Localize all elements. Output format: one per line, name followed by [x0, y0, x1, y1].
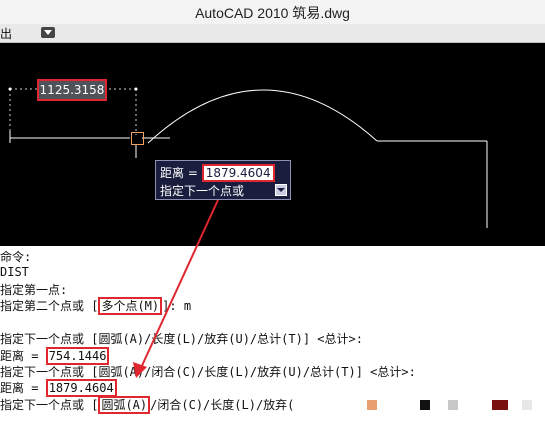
tooltip-distance-label: 距离 =	[160, 166, 202, 180]
history-line: 距离 = 1879.4604	[0, 379, 117, 397]
noise-block	[367, 400, 377, 410]
tooltip-distance-value: 1879.4604	[201, 164, 275, 182]
noise-block	[522, 400, 532, 410]
dimension-tick-left	[8, 87, 12, 91]
history-line: 命令:	[0, 250, 32, 264]
history-highlight-value: 1879.4604	[45, 379, 117, 397]
history-text: ]: m	[162, 299, 192, 313]
drawing-geometry	[8, 87, 488, 228]
drawing-canvas[interactable]: 1125.3158 距离 = 1879.4604 指定下一个点或	[0, 43, 545, 246]
tooltip-distance-row: 距离 = 1879.4604	[160, 164, 275, 182]
history-line: 指定下一个点或 [圆弧(A)/长度(L)/放弃(U)/总计(T)] <总计>:	[0, 332, 363, 346]
history-line: 距离 = 754.1446	[0, 347, 110, 365]
history-line: DIST	[0, 265, 29, 279]
window-title: AutoCAD 2010 筑易.dwg	[195, 5, 350, 21]
history-line: 指定第二个点或 [多个点(M)]: m	[0, 297, 192, 315]
history-text: 距离 =	[0, 381, 46, 395]
snap-marker	[131, 132, 144, 145]
noise-block	[492, 400, 508, 410]
arc-curve	[147, 89, 378, 144]
dimension-value-box: 1125.3158	[37, 79, 107, 101]
options-down-arrow-icon[interactable]	[275, 184, 287, 196]
history-text: 指定下一个点或 [	[0, 398, 99, 412]
menu-item-output[interactable]: 出	[0, 25, 12, 42]
noise-block	[420, 400, 430, 410]
dimension-tick-right	[134, 87, 138, 91]
history-text: 距离 =	[0, 349, 46, 363]
command-history[interactable]: 命令: DIST 指定第一点: 指定第二个点或 [多个点(M)]: m 指定下一…	[0, 246, 545, 432]
menu-bar: 出	[0, 24, 545, 43]
history-line: 指定下一个点或 [圆弧(A)/闭合(C)/长度(L)/放弃(U)/总计(T)] …	[0, 365, 416, 379]
history-line: 指定下一个点或 [圆弧(A)/闭合(C)/长度(L)/放弃(	[0, 396, 295, 414]
dynamic-input-tooltip[interactable]: 距离 = 1879.4604 指定下一个点或	[155, 160, 291, 200]
history-highlight-option: 多个点(M)	[98, 297, 163, 315]
history-text: /闭合(C)/长度(L)/放弃(	[150, 398, 295, 412]
noise-block	[448, 400, 458, 410]
tooltip-prompt: 指定下一个点或	[160, 184, 245, 198]
title-bar: AutoCAD 2010 筑易.dwg	[0, 0, 545, 24]
history-highlight-option: 圆弧(A)	[98, 396, 151, 414]
history-line: 指定第一点:	[0, 283, 68, 297]
chevron-down-icon[interactable]	[41, 27, 55, 38]
history-text: 指定第二个点或 [	[0, 299, 99, 313]
